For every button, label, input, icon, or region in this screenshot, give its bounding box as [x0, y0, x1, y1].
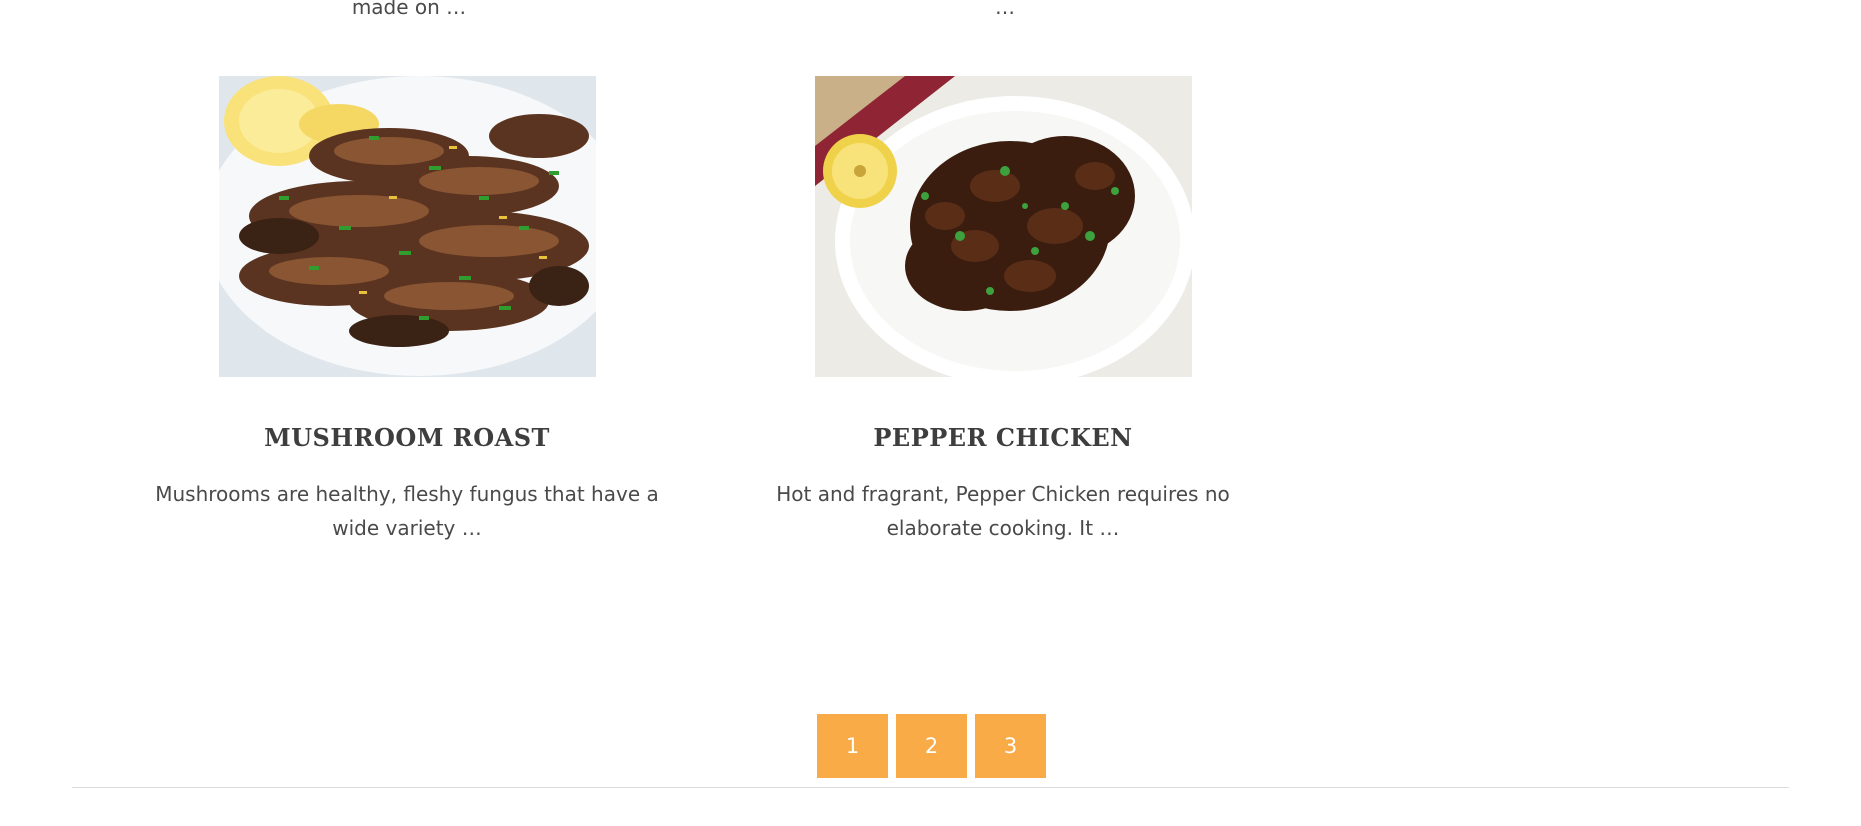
footer-divider — [72, 787, 1789, 788]
recipe-listing-page: made on … … MUSHROOM ROAST Mushrooms are… — [0, 0, 1861, 826]
pagination: 1 2 3 — [817, 714, 1046, 778]
post-title[interactable]: PEPPER CHICKEN — [743, 423, 1263, 453]
post-card-pepper-chicken: PEPPER CHICKEN Hot and fragrant, Pepper … — [743, 76, 1263, 545]
page-button-3[interactable]: 3 — [975, 714, 1046, 778]
post-excerpt: Hot and fragrant, Pepper Chicken require… — [776, 482, 1230, 540]
page-button-1[interactable]: 1 — [817, 714, 888, 778]
page-button-2[interactable]: 2 — [896, 714, 967, 778]
post-excerpt: Mushrooms are healthy, fleshy fungus tha… — [155, 482, 659, 540]
previous-post-excerpt: … — [995, 0, 1015, 19]
previous-post-excerpt: made on … — [351, 0, 467, 19]
post-card-mushroom-roast: MUSHROOM ROAST Mushrooms are healthy, fl… — [147, 76, 667, 545]
post-title[interactable]: MUSHROOM ROAST — [147, 423, 667, 453]
post-thumbnail-link[interactable] — [218, 76, 596, 377]
mushroom-roast-photo — [218, 76, 596, 377]
pepper-chicken-photo — [814, 76, 1192, 377]
post-thumbnail-link[interactable] — [814, 76, 1192, 377]
